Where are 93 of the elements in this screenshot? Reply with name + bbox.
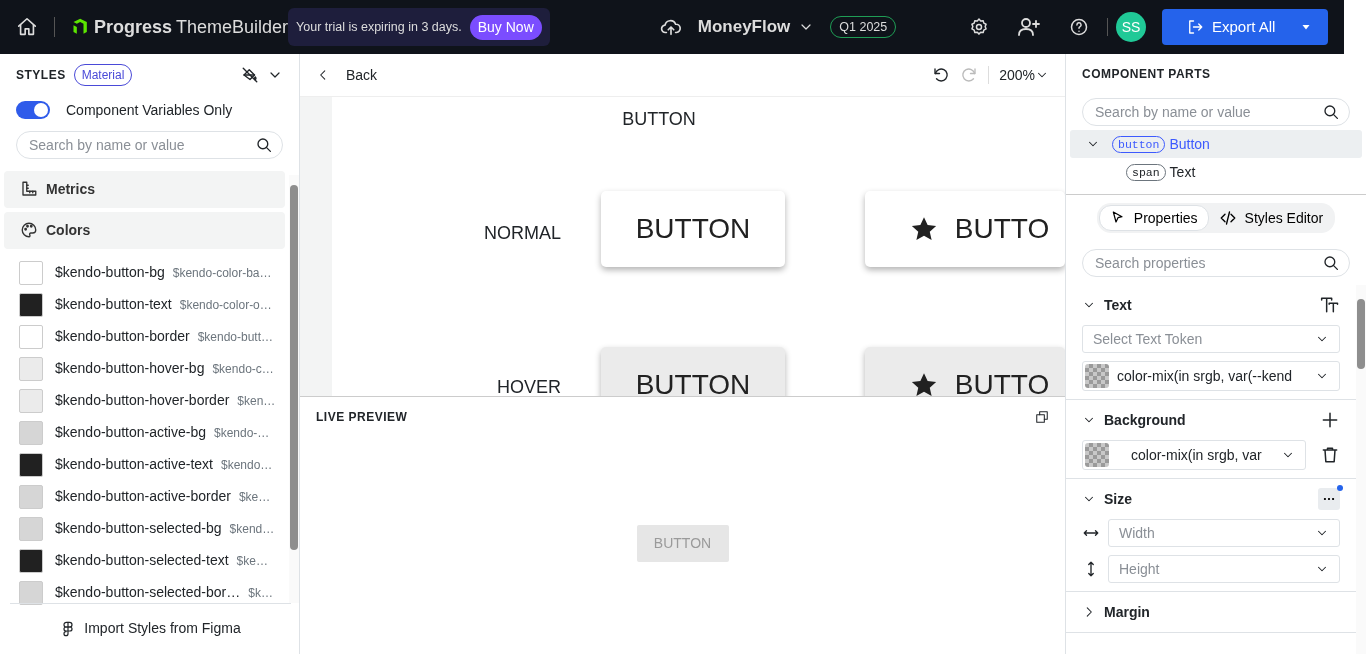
color-swatch[interactable] [19, 485, 43, 509]
variable-value: $kend… [229, 521, 275, 538]
color-swatch[interactable] [19, 325, 43, 349]
preview-button[interactable]: BUTTON [601, 347, 785, 396]
section-header[interactable]: Text [1082, 285, 1132, 325]
search-field[interactable]: Search properties [1082, 249, 1350, 277]
color-swatch[interactable] [19, 581, 43, 605]
scrollbar[interactable] [289, 175, 299, 603]
section-header[interactable]: Background [1082, 400, 1186, 440]
variable-value: $kendo-color-ba… [172, 265, 272, 282]
variable-value: $ken… [237, 393, 276, 410]
scrollbar[interactable] [1356, 285, 1366, 654]
product-name: ThemeBuilder [176, 15, 289, 39]
color-swatch[interactable] [19, 293, 43, 317]
mode-tab[interactable]: Properties [1098, 205, 1209, 231]
project-name[interactable]: MoneyFlow [697, 14, 791, 40]
preview-button[interactable]: BUTTO [865, 191, 1065, 267]
preview-button[interactable]: BUTTON [601, 191, 785, 267]
help-icon[interactable] [1069, 17, 1089, 37]
canvas-title: BUTTON [621, 108, 697, 131]
restore-window-icon[interactable] [1035, 410, 1049, 424]
color-swatch[interactable] [19, 517, 43, 541]
color-swatch[interactable] [19, 421, 43, 445]
preview-button[interactable]: BUTTO [865, 347, 1065, 396]
section-header[interactable]: Margin [1082, 592, 1150, 632]
group-header[interactable]: Colors [4, 212, 285, 249]
search-field[interactable]: Search by name or value [1082, 98, 1350, 126]
variable-name[interactable]: $kendo-button-hover-border [55, 390, 230, 412]
search-icon[interactable] [1322, 103, 1340, 121]
back-link[interactable]: Back [316, 64, 378, 86]
more-button[interactable] [1318, 488, 1340, 510]
variable-name[interactable]: $kendo-button-active-border [55, 486, 231, 508]
search-icon[interactable] [255, 136, 273, 154]
export-icon [1186, 18, 1204, 36]
trial-message: Your trial is expiring in 3 days. [296, 18, 462, 36]
tree-item[interactable]: span Text [1070, 158, 1362, 186]
color-swatch[interactable] [19, 389, 43, 413]
select-field[interactable]: color-mix(in srgb, var [1082, 440, 1306, 470]
home-icon[interactable] [16, 16, 38, 38]
undo-icon[interactable] [932, 66, 951, 84]
variable-value: $k… [248, 585, 273, 602]
panel-title: COMPONENT PARTS [1082, 66, 1211, 83]
variable-value: $kendo-butt… [197, 329, 274, 346]
section-title: STYLES [16, 66, 66, 84]
color-swatch[interactable] [19, 261, 43, 285]
variable-value: $ke… [238, 489, 271, 506]
variable-value: $ke… [236, 553, 268, 570]
zoom-dropdown[interactable]: 200% [999, 64, 1049, 86]
trash-icon[interactable] [1320, 445, 1340, 465]
variable-value: $kendo-color-o… [179, 297, 272, 314]
variable-value: $kendo-c… [212, 361, 274, 378]
group-header[interactable]: Metrics [4, 171, 285, 208]
variable-value: $kendo-… [214, 425, 270, 442]
variable-name[interactable]: $kendo-button-hover-bg [55, 358, 205, 380]
plus-icon[interactable] [1320, 410, 1340, 430]
variable-name[interactable]: $kendo-button-active-text [55, 454, 213, 476]
tree-label: Button [1169, 134, 1210, 154]
toggle-switch[interactable] [16, 101, 50, 120]
toggle-label: Component Variables Only [66, 100, 233, 120]
variable-value: $kendo… [221, 457, 273, 474]
state-label: NORMAL [483, 222, 562, 245]
ruler-icon [20, 180, 38, 199]
variable-name[interactable]: $kendo-button-active-bg [55, 422, 206, 444]
color-swatch[interactable] [19, 549, 43, 573]
variable-name[interactable]: $kendo-button-selected-bor… [55, 582, 241, 604]
state-label: HOVER [496, 376, 562, 396]
palette-icon [20, 221, 38, 240]
buy-now-button[interactable]: Buy Now [469, 14, 542, 40]
section-header[interactable]: Size [1082, 479, 1132, 519]
code-icon [1218, 209, 1237, 227]
color-swatch[interactable] [19, 453, 43, 477]
mode-tab[interactable]: Styles Editor [1208, 205, 1334, 231]
paint-bucket-icon[interactable] [241, 65, 259, 84]
text-size-icon[interactable] [1320, 295, 1340, 315]
search-icon[interactable] [1322, 254, 1340, 272]
settings-icon[interactable] [969, 17, 989, 37]
variable-name[interactable]: $kendo-button-bg [55, 262, 165, 284]
color-swatch[interactable] [1085, 364, 1109, 388]
add-user-icon[interactable] [1017, 15, 1041, 39]
export-all-button[interactable]: Export All [1162, 9, 1328, 45]
variable-name[interactable]: $kendo-button-text [55, 294, 172, 316]
color-swatch[interactable] [1085, 443, 1109, 467]
select-field[interactable]: color-mix(in srgb, var(--kend [1082, 361, 1340, 391]
brand-name: Progress [94, 15, 173, 39]
tree-item[interactable]: button Button [1070, 130, 1362, 158]
color-swatch[interactable] [19, 357, 43, 381]
variable-name[interactable]: $kendo-button-border [55, 326, 190, 348]
tree-label: Text [1169, 162, 1196, 182]
search-field[interactable]: Search by name or value [16, 131, 283, 159]
preview-title: LIVE PREVIEW [316, 409, 408, 426]
variable-name[interactable]: $kendo-button-selected-text [55, 550, 229, 572]
variable-name[interactable]: $kendo-button-selected-bg [55, 518, 222, 540]
import-figma-link[interactable]: Import Styles from Figma [84, 618, 241, 640]
